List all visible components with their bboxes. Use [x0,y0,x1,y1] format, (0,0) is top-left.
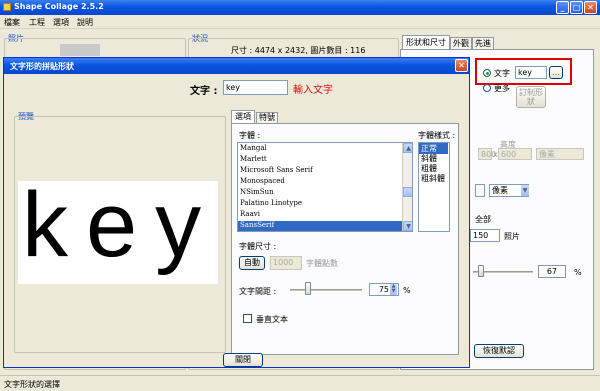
font-item-selected[interactable]: SansSerif [238,221,402,231]
spacing-unit-label: % [574,268,582,277]
shape-text-option-label: 文字 [494,69,510,78]
spacing-field[interactable]: 67 [538,265,566,278]
tab-effects[interactable]: 特號 [256,112,278,123]
shape-text-field[interactable]: key [515,66,547,79]
shape-more-radio[interactable] [483,84,491,92]
custom-shape-button[interactable]: 訂制形狀 [516,86,546,108]
reset-defaults-button[interactable]: 恢復默認 [474,344,524,358]
size-unit-select[interactable]: 像素 [536,148,584,160]
text-shape-dialog: 文字形的拼貼形狀 ✕ 文字 : key 輸入文字 預覽 key 選項 特號 字體… [3,57,470,368]
collage-size-text: 尺寸 : 4474 x 2432, 圖片數目 : 116 [231,46,366,55]
scroll-thumb[interactable] [403,187,412,197]
auto-size-button[interactable]: 自動 [239,256,265,270]
scroll-down-icon[interactable]: ▼ [403,221,412,231]
font-item[interactable]: Marlett [240,155,267,165]
close-icon[interactable]: ✕ [584,1,597,14]
font-item[interactable]: Monospaced [240,177,285,187]
style-list[interactable]: 正常 斜體 粗體 粗斜體 [418,142,450,232]
menu-help[interactable]: 說明 [77,17,93,28]
font-item[interactable]: Microsoft Sans Serif [240,166,313,176]
scroll-up-icon[interactable]: ▲ [403,143,412,153]
dialog-close-icon[interactable]: ✕ [455,59,468,72]
text-spacing-thumb[interactable] [305,282,311,295]
status-text: 文字形狀的選擇 [4,380,60,389]
font-item[interactable]: Mangal [240,144,267,154]
text-input[interactable]: key [223,80,288,95]
dialog-title-bar: 文字形的拼貼形狀 ✕ [4,58,469,74]
title-bar: Shape Collage 2.5.2 _ □ ✕ [0,0,600,15]
font-label: 字體 : [239,131,261,140]
minimize-icon[interactable]: _ [556,1,569,14]
style-item[interactable]: 粗斜體 [421,173,445,184]
photo-unit-label: 照片 [504,232,520,241]
font-item[interactable]: Palatino Linotype [240,199,302,209]
width-field[interactable]: 800 [478,148,496,160]
text-hint: 輸入文字 [293,85,333,96]
font-size-label: 字體尺寸 : [239,242,277,251]
app-icon [3,3,11,11]
vertical-text-checkbox[interactable] [243,314,252,323]
font-item[interactable]: NSimSun [240,188,274,198]
status-bar: 文字形狀的選擇 [0,375,600,391]
maximize-icon[interactable]: □ [570,1,583,14]
vertical-text-label: 垂直文本 [256,315,288,324]
chevron-down-icon[interactable]: ▼ [521,185,529,196]
text-label: 文字 : [190,86,218,97]
dimension-field[interactable] [475,184,485,197]
menu-bar: 檔案 工程 選項 說明 [0,15,600,29]
font-size-field[interactable]: 1000 [270,256,302,270]
text-spacing-unit: % [403,286,411,295]
window-title: Shape Collage 2.5.2 [14,2,104,11]
font-list-scrollbar[interactable]: ▲ ▼ [402,143,412,231]
spacing-slider-thumb[interactable] [478,265,484,277]
shape-more-option-label: 更多 [494,84,510,93]
text-spacing-track[interactable] [290,289,362,291]
shape-text-radio[interactable] [483,69,491,77]
menu-file[interactable]: 檔案 [4,17,20,28]
menu-options[interactable]: 選項 [53,17,69,28]
preview-text: key [22,181,218,276]
all-label: 全部 [475,215,491,224]
font-size-unit: 字體點數 [306,259,338,268]
tab-advanced[interactable]: 先進 [472,37,494,49]
preview-canvas: key [18,181,218,284]
photo-thumbnail[interactable] [60,44,100,56]
font-list[interactable]: Mangal Marlett Microsoft Sans Serif Mono… [237,142,413,232]
menu-project[interactable]: 工程 [29,17,45,28]
photo-count-field[interactable]: 150 [470,229,500,242]
tab-appearance[interactable]: 外觀 [450,37,472,49]
height-field[interactable]: 600 [498,148,532,160]
text-spacing-label: 文字間距 : [239,287,277,296]
style-label: 字體樣式 : [418,131,456,140]
close-dialog-button[interactable]: 關閉 [223,353,263,367]
dialog-title: 文字形的拼貼形狀 [10,62,74,71]
edit-text-button[interactable]: … [549,66,563,79]
tab-shape-size[interactable]: 形狀和尺寸 [402,35,450,49]
font-item[interactable]: Raavi [240,210,260,220]
spinner-icon[interactable]: ▲ ▼ [390,284,397,295]
tab-options[interactable]: 選項 [231,110,255,123]
